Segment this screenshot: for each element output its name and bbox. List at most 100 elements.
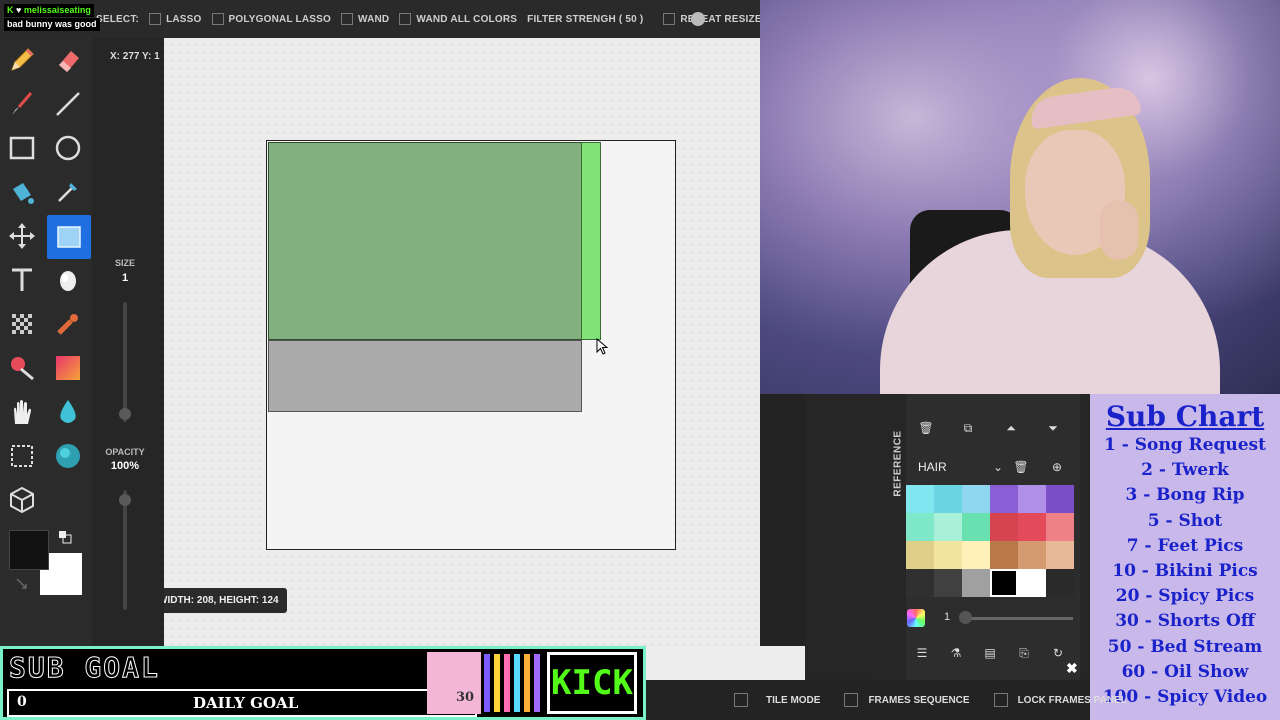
palette-swatch[interactable] bbox=[934, 485, 962, 513]
filter-icon[interactable] bbox=[48, 436, 88, 476]
size-value: 1 bbox=[121, 272, 129, 284]
dither-icon[interactable] bbox=[2, 304, 42, 344]
sub-chart-item: 3 - Bong Rip bbox=[1125, 485, 1245, 506]
chat-overlay: K ♥ melissaiseating bad bunny was good bbox=[4, 4, 100, 32]
palette-swatch[interactable] bbox=[906, 569, 934, 597]
tile-mode-checkbox[interactable] bbox=[734, 693, 748, 707]
palette-swatch[interactable] bbox=[906, 513, 934, 541]
palette-swatch[interactable] bbox=[990, 485, 1018, 513]
brush-icon[interactable] bbox=[2, 84, 42, 124]
lasso-checkbox[interactable] bbox=[149, 13, 162, 25]
palette-dropdown-chevron-icon[interactable]: ⌄ bbox=[990, 460, 1006, 474]
swap-colors-icon[interactable] bbox=[58, 530, 72, 544]
selection-resize-strip[interactable] bbox=[581, 142, 601, 340]
lock-frames-option[interactable]: LOCK FRAMES PANEL bbox=[980, 693, 1127, 707]
sub-goal-title: SUB GOAL bbox=[9, 651, 160, 685]
opacity-slider[interactable] bbox=[123, 490, 127, 610]
close-icon[interactable]: ✖ bbox=[1066, 660, 1078, 677]
palette-swatch[interactable] bbox=[962, 485, 990, 513]
palette-swatch[interactable] bbox=[990, 569, 1018, 597]
palette-name-select[interactable]: HAIR bbox=[918, 460, 947, 474]
palette-swatch[interactable] bbox=[1018, 541, 1046, 569]
lasso-option[interactable]: LASSO bbox=[149, 13, 201, 25]
color-picker-icon[interactable] bbox=[907, 609, 925, 627]
smudge-icon[interactable] bbox=[48, 304, 88, 344]
palette-swatch[interactable] bbox=[990, 513, 1018, 541]
hand-icon[interactable] bbox=[2, 392, 42, 432]
polygonal-lasso-option[interactable]: POLYGONAL LASSO bbox=[211, 13, 331, 25]
flask-icon[interactable]: ⚗ bbox=[948, 646, 964, 660]
palette-swatch[interactable] bbox=[1046, 569, 1074, 597]
wand-all-colors-checkbox[interactable] bbox=[399, 13, 412, 25]
undo-icon[interactable]: ↻ bbox=[1050, 646, 1066, 660]
grey-layer-block bbox=[268, 340, 582, 412]
opacity-slider-knob[interactable] bbox=[119, 494, 131, 506]
palette-swatch[interactable] bbox=[1018, 513, 1046, 541]
crop-icon[interactable] bbox=[2, 436, 42, 476]
foreground-color-swatch[interactable] bbox=[9, 530, 49, 570]
move-icon[interactable] bbox=[2, 216, 42, 256]
canvas-workspace-edge bbox=[646, 646, 805, 680]
menu-icon[interactable]: ☰ bbox=[914, 646, 930, 660]
wand-all-colors-option[interactable]: WAND ALL COLORS bbox=[399, 13, 517, 25]
duplicate-icon[interactable]: ⧉ bbox=[960, 421, 976, 436]
webcam-feed bbox=[760, 0, 1280, 394]
palette-swatch[interactable] bbox=[962, 541, 990, 569]
repeat-resize-checkbox[interactable] bbox=[663, 13, 676, 25]
bucket-icon[interactable] bbox=[2, 172, 42, 212]
export-icon[interactable]: ⎘ bbox=[1016, 646, 1032, 661]
tile-mode-option[interactable]: TILE MODE bbox=[734, 693, 820, 707]
polygonal-lasso-checkbox[interactable] bbox=[211, 13, 224, 25]
palette-swatch[interactable] bbox=[906, 541, 934, 569]
eyedropper-icon[interactable] bbox=[48, 172, 88, 212]
palette-swatch[interactable] bbox=[1046, 541, 1074, 569]
frames-sequence-option[interactable]: FRAMES SEQUENCE bbox=[830, 693, 970, 707]
wand-checkbox[interactable] bbox=[341, 13, 353, 25]
reset-colors-icon[interactable] bbox=[14, 576, 30, 592]
palette-swatch[interactable] bbox=[962, 569, 990, 597]
palette-add-icon[interactable]: ⊕ bbox=[1049, 460, 1065, 474]
ellipse-icon[interactable] bbox=[48, 128, 88, 168]
blur-icon[interactable] bbox=[48, 392, 88, 432]
palette-swatch-grid bbox=[906, 485, 1074, 597]
chat-username: melissaiseating bbox=[23, 5, 91, 15]
move-up-icon[interactable]: ⏶ bbox=[1003, 421, 1019, 436]
palette-swatch[interactable] bbox=[990, 541, 1018, 569]
repeat-resize-option[interactable]: REPEAT RESIZE bbox=[663, 13, 762, 25]
3d-cube-icon[interactable] bbox=[2, 480, 42, 520]
rectangle-icon[interactable] bbox=[2, 128, 42, 168]
cursor-coordinates: X: 277 Y: 1 bbox=[110, 51, 160, 62]
lock-frames-checkbox[interactable] bbox=[993, 693, 1008, 707]
pencil-icon[interactable] bbox=[2, 40, 42, 80]
palette-delete-icon[interactable]: 🗑 bbox=[1013, 460, 1029, 474]
text-icon[interactable] bbox=[2, 260, 42, 300]
palette-swatch[interactable] bbox=[1046, 485, 1074, 513]
chat-message-row: K ♥ melissaiseating bbox=[4, 4, 94, 17]
wand-option[interactable]: WAND bbox=[341, 13, 389, 25]
line-icon[interactable] bbox=[48, 84, 88, 124]
eraser-icon[interactable] bbox=[48, 40, 88, 80]
palette-swatch[interactable] bbox=[934, 513, 962, 541]
palette-swatch[interactable] bbox=[962, 513, 990, 541]
palette-swatch[interactable] bbox=[1018, 485, 1046, 513]
goal-stripe bbox=[484, 654, 490, 712]
frames-sequence-checkbox[interactable] bbox=[844, 693, 859, 707]
palette-swatch[interactable] bbox=[906, 485, 934, 513]
gradient-icon[interactable] bbox=[48, 348, 88, 388]
rect-select-icon[interactable] bbox=[47, 215, 91, 259]
brush-properties-panel: SIZE 1 OPACITY 100% bbox=[92, 38, 164, 648]
frame-slider[interactable] bbox=[963, 617, 1073, 620]
palette-swatch[interactable] bbox=[934, 541, 962, 569]
move-down-icon[interactable]: ⏷ bbox=[1045, 421, 1061, 436]
file-icon[interactable]: ▤ bbox=[982, 646, 998, 660]
reference-tab[interactable]: REFERENCE bbox=[893, 430, 904, 496]
palette-swatch[interactable] bbox=[1018, 569, 1046, 597]
size-slider-knob[interactable] bbox=[119, 408, 131, 420]
size-slider[interactable] bbox=[123, 302, 127, 422]
frame-slider-knob[interactable] bbox=[959, 611, 972, 624]
palette-swatch[interactable] bbox=[934, 569, 962, 597]
dodge-icon[interactable] bbox=[48, 260, 88, 300]
color-replace-icon[interactable] bbox=[2, 348, 42, 388]
trash-icon[interactable]: 🗑 bbox=[918, 421, 934, 435]
palette-swatch[interactable] bbox=[1046, 513, 1074, 541]
